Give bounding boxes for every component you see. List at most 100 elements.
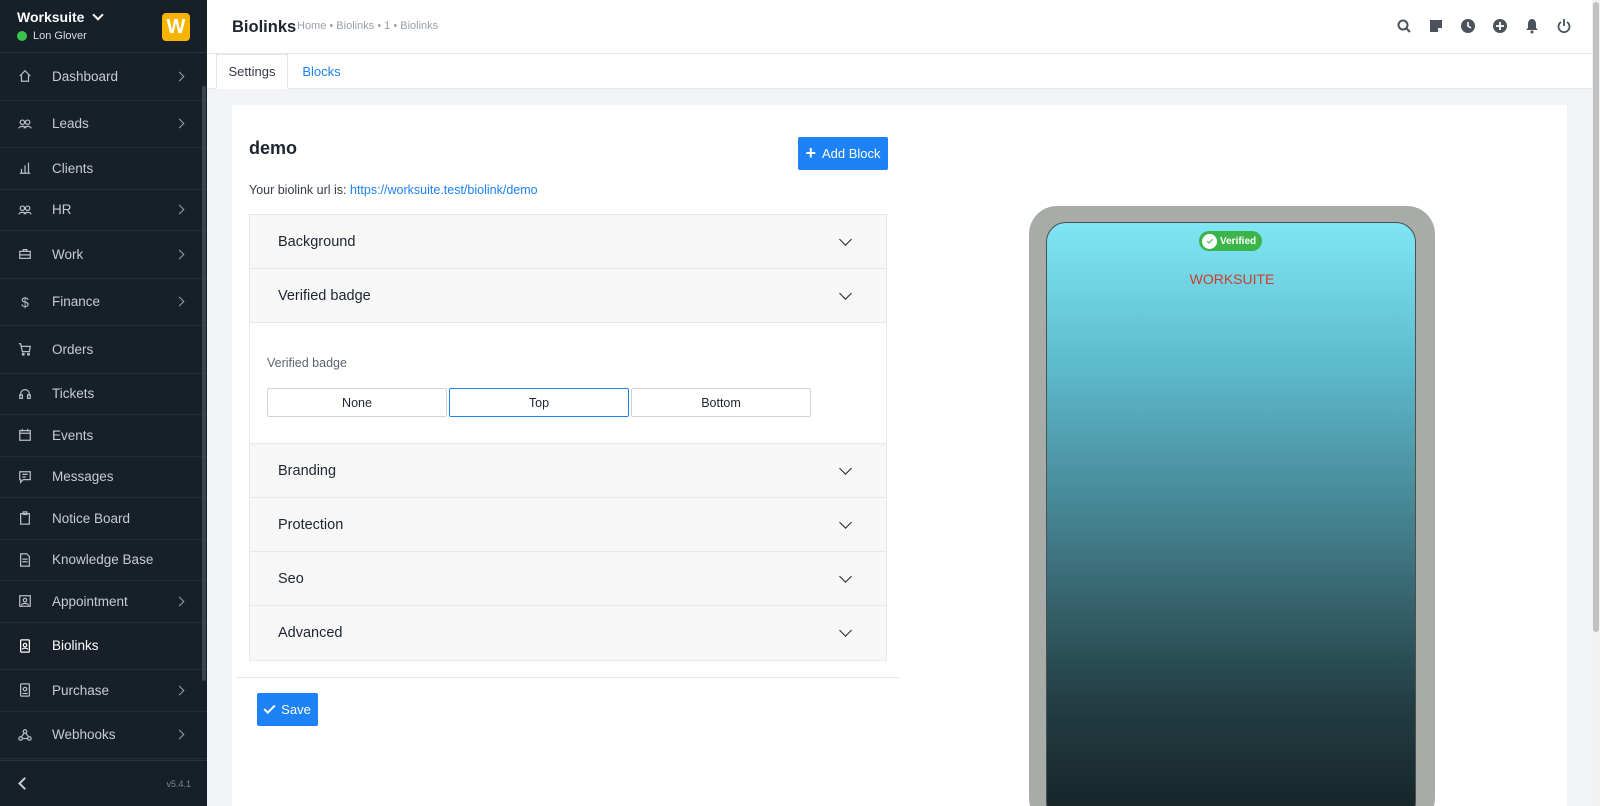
sidebar-item-events[interactable]: Events [0, 415, 207, 457]
verified-check-icon [1202, 233, 1217, 249]
sidebar: Worksuite Lon Glover W Dashboard Leads C… [0, 0, 207, 806]
sidebar-item-label: Webhooks [52, 727, 116, 743]
page-scrollbar-thumb[interactable] [1593, 2, 1599, 632]
search-icon[interactable] [1395, 17, 1412, 34]
chat-icon [18, 470, 32, 484]
headset-icon [18, 387, 32, 401]
sidebar-nav: Dashboard Leads Clients HR Work $ Financ… [0, 53, 207, 759]
chevron-right-icon [174, 729, 185, 740]
sidebar-item-tickets[interactable]: Tickets [0, 374, 207, 415]
save-button[interactable]: Save [257, 693, 318, 726]
sidebar-item-hr[interactable]: HR [0, 190, 207, 231]
badge-option-bottom[interactable]: Bottom [631, 388, 811, 417]
sidebar-item-label: Notice Board [52, 510, 131, 526]
sidebar-footer: v5.4.1 [0, 760, 207, 806]
home-icon [18, 69, 32, 83]
sidebar-item-biolinks[interactable]: Biolinks [0, 623, 207, 670]
sticky-note-icon[interactable] [1427, 17, 1444, 34]
section-verified-badge[interactable]: Verified badge [250, 269, 886, 323]
people-icon [18, 203, 32, 217]
page-scrollbar[interactable] [1592, 0, 1600, 806]
chevron-right-icon [174, 596, 185, 607]
clock-icon[interactable] [1459, 17, 1476, 34]
power-icon[interactable] [1555, 17, 1572, 34]
sidebar-item-orders[interactable]: Orders [0, 326, 207, 374]
phone-preview: Verified WORKSUITE [1029, 206, 1435, 806]
calendar-icon [18, 428, 32, 442]
add-block-button[interactable]: + Add Block [798, 137, 888, 170]
plus-icon: + [805, 142, 816, 163]
chevron-down-icon [839, 233, 852, 246]
users-icon [18, 117, 32, 131]
chevron-right-icon [174, 249, 185, 260]
plus-circle-icon[interactable] [1491, 17, 1508, 34]
section-background[interactable]: Background [250, 215, 886, 269]
phone-screen: Verified WORKSUITE [1046, 222, 1416, 806]
app-version: v5.4.1 [166, 778, 191, 789]
section-advanced[interactable]: Advanced [250, 606, 886, 660]
sidebar-item-clients[interactable]: Clients [0, 148, 207, 190]
sidebar-item-appointment[interactable]: Appointment [0, 581, 207, 623]
badge-option-none[interactable]: None [267, 388, 447, 417]
dollar-icon: $ [21, 293, 29, 310]
preview-brand: WORKSUITE [1189, 271, 1275, 287]
sidebar-item-label: Messages [52, 469, 114, 485]
document-icon [18, 553, 32, 567]
user-name: Lon Glover [33, 30, 87, 42]
sidebar-item-notice-board[interactable]: Notice Board [0, 498, 207, 540]
cart-icon [18, 342, 32, 356]
tab-blocks[interactable]: Blocks [288, 54, 355, 89]
sidebar-item-label: Clients [52, 160, 94, 176]
sidebar-scrollbar[interactable] [202, 86, 206, 681]
chevron-down-icon [839, 624, 852, 637]
sidebar-item-label: Leads [52, 116, 89, 132]
sidebar-item-webhooks[interactable]: Webhooks [0, 712, 207, 759]
chevron-right-icon [174, 71, 185, 82]
brand-header[interactable]: Worksuite Lon Glover W [0, 0, 207, 53]
sidebar-item-knowledge-base[interactable]: Knowledge Base [0, 540, 207, 581]
settings-accordion: Background Verified badge Verified badge… [249, 214, 887, 661]
verified-badge-label: Verified badge [267, 356, 347, 370]
chevron-down-icon[interactable] [92, 9, 105, 21]
chevron-down-icon [839, 462, 852, 475]
receipt-icon [18, 683, 32, 697]
badge-option-top[interactable]: Top [449, 388, 629, 417]
sidebar-item-messages[interactable]: Messages [0, 457, 207, 498]
check-icon [263, 701, 276, 715]
page-title: Biolinks [232, 18, 297, 36]
tab-settings[interactable]: Settings [216, 54, 288, 89]
logo: W [162, 13, 190, 41]
bell-icon[interactable] [1523, 17, 1540, 34]
clipboard-icon [18, 511, 32, 525]
sidebar-item-leads[interactable]: Leads [0, 101, 207, 148]
section-branding[interactable]: Branding [250, 444, 886, 498]
chevron-right-icon [174, 118, 185, 129]
id-badge-icon [18, 639, 32, 653]
chevron-down-icon [839, 516, 852, 529]
brand-name: Worksuite [17, 9, 85, 25]
collapse-sidebar-icon[interactable] [18, 777, 31, 790]
section-seo[interactable]: Seo [250, 552, 886, 606]
sidebar-item-label: Purchase [52, 682, 110, 698]
breadcrumb: Home • Biolinks • 1 • Biolinks [297, 20, 439, 32]
sidebar-item-dashboard[interactable]: Dashboard [0, 53, 207, 101]
sidebar-item-purchase[interactable]: Purchase [0, 670, 207, 712]
verified-badge: Verified [1199, 231, 1263, 251]
top-bar: Biolinks Home • Biolinks • 1 • Biolinks [207, 0, 1600, 54]
biolink-title: demo [249, 138, 298, 158]
chevron-right-icon [174, 204, 185, 215]
sidebar-item-label: Events [52, 427, 94, 443]
sidebar-item-label: Orders [52, 341, 94, 357]
chevron-down-icon [839, 570, 852, 583]
sidebar-item-label: Dashboard [52, 68, 119, 84]
online-status-icon [17, 31, 27, 41]
sidebar-item-label: Biolinks [52, 638, 99, 654]
chevron-right-icon [174, 685, 185, 696]
sidebar-item-work[interactable]: Work [0, 231, 207, 279]
sidebar-item-label: HR [52, 202, 72, 218]
biolink-url-link[interactable]: https://worksuite.test/biolink/demo [350, 183, 538, 197]
sidebar-item-finance[interactable]: $ Finance [0, 279, 207, 326]
contact-card-icon [18, 594, 32, 608]
section-protection[interactable]: Protection [250, 498, 886, 552]
chevron-down-icon [839, 287, 852, 300]
